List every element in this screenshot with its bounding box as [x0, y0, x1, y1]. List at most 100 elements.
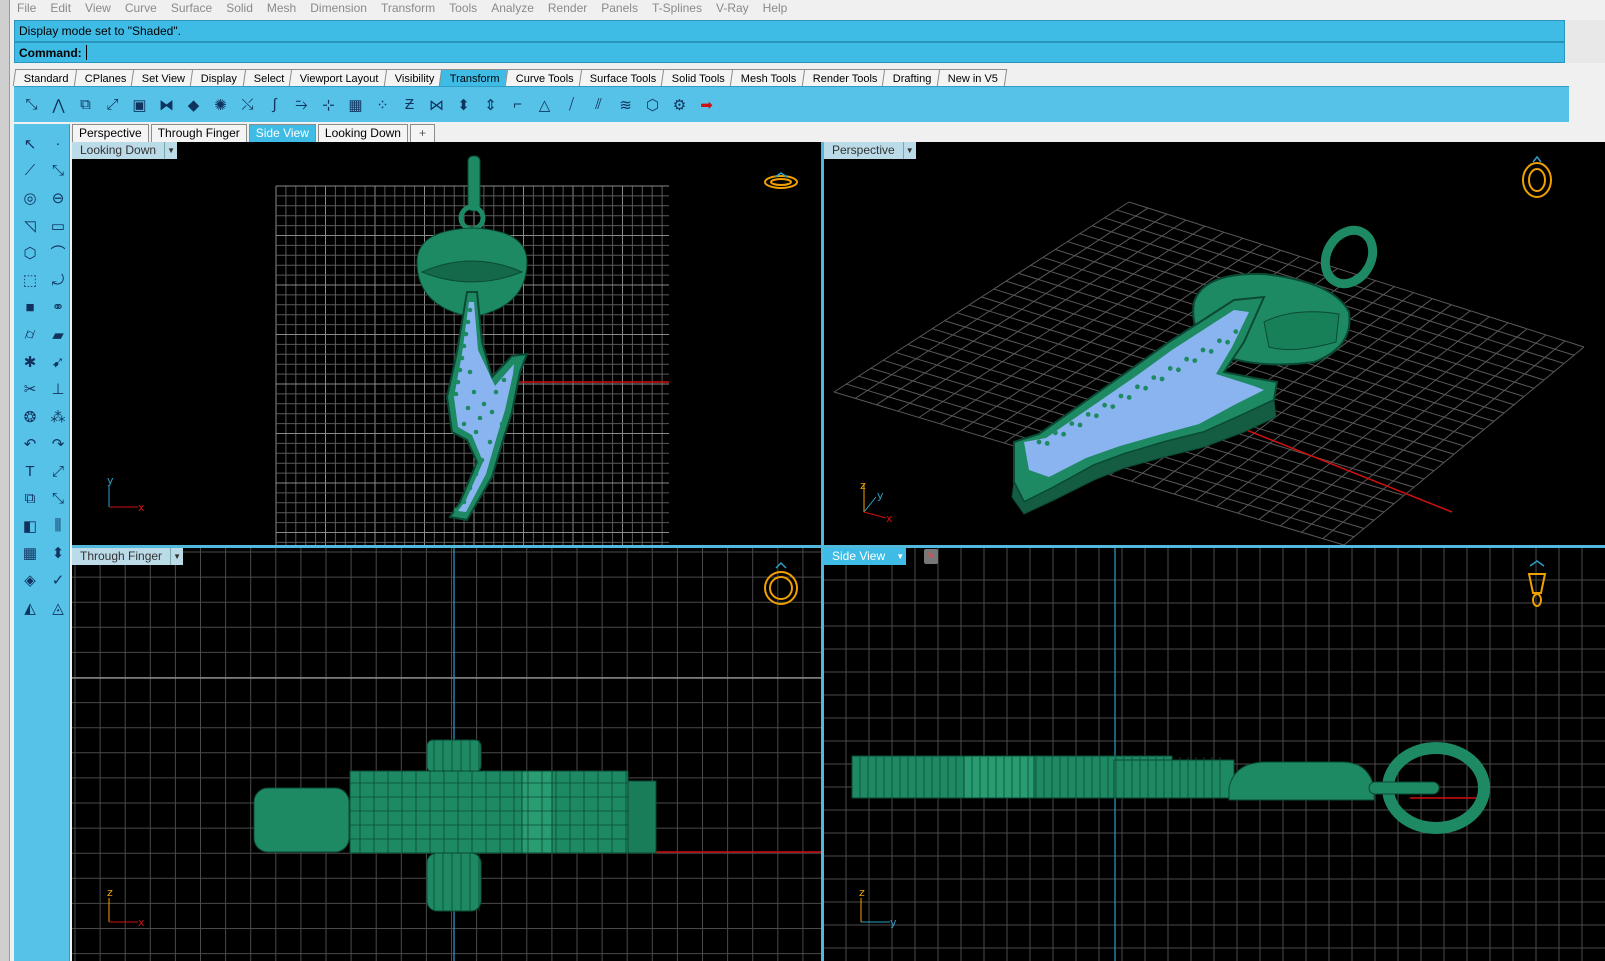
menu-curve[interactable]: Curve: [118, 0, 164, 17]
toolbar-tab-cplanes[interactable]: CPlanes: [73, 69, 136, 86]
menu-view[interactable]: View: [78, 0, 118, 17]
box-icon[interactable]: ▣: [126, 91, 153, 118]
trim-icon[interactable]: ✂: [17, 376, 43, 403]
copy-tool-icon[interactable]: ⧉: [17, 485, 43, 512]
menu-file[interactable]: File: [10, 0, 43, 17]
viewport-through-finger[interactable]: Through Finger ▼ z x: [72, 548, 821, 961]
menu-render[interactable]: Render: [541, 0, 594, 17]
array-tool-icon[interactable]: ▦: [17, 539, 43, 566]
viewport-looking-down[interactable]: Looking Down ▼ y x: [72, 142, 821, 545]
viewport-menu-arrow[interactable]: ▼: [902, 142, 916, 159]
toolbar-tab-drafting[interactable]: Drafting: [882, 69, 942, 86]
menu-analyze[interactable]: Analyze: [484, 0, 541, 17]
menu-t-splines[interactable]: T-Splines: [645, 0, 709, 17]
ungroup-icon[interactable]: ⁂: [45, 403, 71, 430]
toolbar-tab-curve-tools[interactable]: Curve Tools: [504, 69, 584, 86]
polyline-icon[interactable]: ⟋: [17, 157, 43, 184]
toolbar-tab-select[interactable]: Select: [242, 69, 294, 86]
freeform-icon[interactable]: ⌒: [45, 239, 71, 266]
menu-mesh[interactable]: Mesh: [260, 0, 303, 17]
shear-icon[interactable]: ⌐: [504, 91, 531, 118]
stretch-icon[interactable]: ⋈: [423, 91, 450, 118]
curve-icon[interactable]: ⋀: [45, 91, 72, 118]
align-icon[interactable]: ⊹: [315, 91, 342, 118]
orient-icon[interactable]: ⤯: [234, 91, 261, 118]
shade-icon[interactable]: ◭: [17, 594, 43, 621]
point-icon[interactable]: ·: [45, 130, 71, 157]
menu-v-ray[interactable]: V-Ray: [709, 0, 756, 17]
taper-icon[interactable]: ⬍: [450, 91, 477, 118]
menu-edit[interactable]: Edit: [43, 0, 78, 17]
viewport-menu-arrow[interactable]: ▼: [164, 142, 178, 159]
transform-icon[interactable]: ➹: [45, 348, 71, 375]
scale-icon[interactable]: ⤢: [99, 91, 126, 118]
toolbar-tab-set-view[interactable]: Set View: [131, 69, 195, 86]
twist-icon[interactable]: ∫: [261, 91, 288, 118]
menu-tools[interactable]: Tools: [442, 0, 484, 17]
extrude-icon[interactable]: ▰: [45, 321, 71, 348]
ellipse-icon[interactable]: ⊖: [45, 185, 71, 212]
blend-icon[interactable]: ↶: [17, 430, 43, 457]
menu-panels[interactable]: Panels: [594, 0, 645, 17]
pin-icon[interactable]: ✎: [924, 549, 939, 564]
line-icon[interactable]: ⤡: [45, 157, 71, 184]
copy-icon[interactable]: ⧉: [72, 91, 99, 118]
menu-solid[interactable]: Solid: [219, 0, 260, 17]
toolbar-tab-display[interactable]: Display: [190, 69, 247, 86]
wave-icon[interactable]: ≋: [612, 91, 639, 118]
dimension-icon[interactable]: ⫼: [45, 512, 71, 539]
circle-icon[interactable]: ◎: [17, 185, 43, 212]
array-polar-icon[interactable]: ✺: [207, 91, 234, 118]
fillet-icon[interactable]: ⤾: [45, 266, 71, 293]
select-icon[interactable]: ↖: [17, 130, 43, 157]
menu-surface[interactable]: Surface: [164, 0, 219, 17]
toolbar-tab-viewport-layout[interactable]: Viewport Layout: [288, 69, 388, 86]
viewport-tab-side-view[interactable]: Side View: [248, 124, 316, 142]
bend-icon[interactable]: Ƶ: [396, 91, 423, 118]
cage-edit-icon[interactable]: ⬡: [639, 91, 666, 118]
command-input[interactable]: [85, 45, 1526, 60]
menu-help[interactable]: Help: [756, 0, 795, 17]
polygon-icon[interactable]: ⬡: [17, 239, 43, 266]
check-icon[interactable]: ✓: [45, 567, 71, 594]
analyze-icon[interactable]: ⤡: [45, 485, 71, 512]
toolbar-tab-transform[interactable]: Transform: [439, 69, 510, 86]
surface-icon[interactable]: ⬚: [17, 266, 43, 293]
toolbar-tab-standard[interactable]: Standard: [12, 69, 78, 86]
splop-icon[interactable]: ⧸: [558, 91, 585, 118]
rotate-icon[interactable]: ◆: [180, 91, 207, 118]
cylinder-icon[interactable]: ⌭: [17, 321, 43, 348]
smash-icon[interactable]: ⫽: [585, 91, 612, 118]
menu-transform[interactable]: Transform: [374, 0, 442, 17]
solid-box-icon[interactable]: ■: [17, 294, 43, 321]
group-icon[interactable]: ❂: [17, 403, 43, 430]
viewport-perspective[interactable]: Perspective ▼ z y x: [824, 142, 1605, 545]
rectangle-icon[interactable]: ▭: [45, 212, 71, 239]
flip-icon[interactable]: ⇕: [477, 91, 504, 118]
chamfer-icon[interactable]: ↷: [45, 430, 71, 457]
array-icon[interactable]: ▦: [342, 91, 369, 118]
viewport-tab-perspective[interactable]: Perspective: [72, 124, 149, 142]
flow-icon[interactable]: ⥲: [288, 91, 315, 118]
arc-icon[interactable]: ◹: [17, 212, 43, 239]
morph-icon[interactable]: ⚙: [666, 91, 693, 118]
viewport-menu-arrow[interactable]: ▼: [170, 548, 184, 565]
add-viewport-tab[interactable]: +: [409, 124, 435, 142]
toolbar-tab-solid-tools[interactable]: Solid Tools: [661, 69, 735, 86]
text-icon[interactable]: T: [17, 458, 43, 485]
boolean-icon[interactable]: ⚭: [45, 294, 71, 321]
triangle-icon[interactable]: △: [531, 91, 558, 118]
viewport-side-view[interactable]: Side View ▼ ✎ z y: [824, 548, 1605, 961]
toolbar-tab-new-in-v5[interactable]: New in V5: [936, 69, 1008, 86]
menu-dimension[interactable]: Dimension: [303, 0, 374, 17]
layer-icon[interactable]: ⬍: [45, 539, 71, 566]
toolbar-tab-mesh-tools[interactable]: Mesh Tools: [730, 69, 807, 86]
scale-tool-icon[interactable]: ⤢: [45, 458, 71, 485]
viewport-title[interactable]: Looking Down: [72, 142, 165, 159]
render-icon[interactable]: ◧: [17, 512, 43, 539]
gem-icon[interactable]: ◈: [17, 567, 43, 594]
paint-icon[interactable]: ◬: [45, 594, 71, 621]
viewport-tab-looking-down[interactable]: Looking Down: [317, 124, 408, 142]
explode-icon[interactable]: ✱: [17, 348, 43, 375]
toolbar-tab-render-tools[interactable]: Render Tools: [801, 69, 887, 86]
